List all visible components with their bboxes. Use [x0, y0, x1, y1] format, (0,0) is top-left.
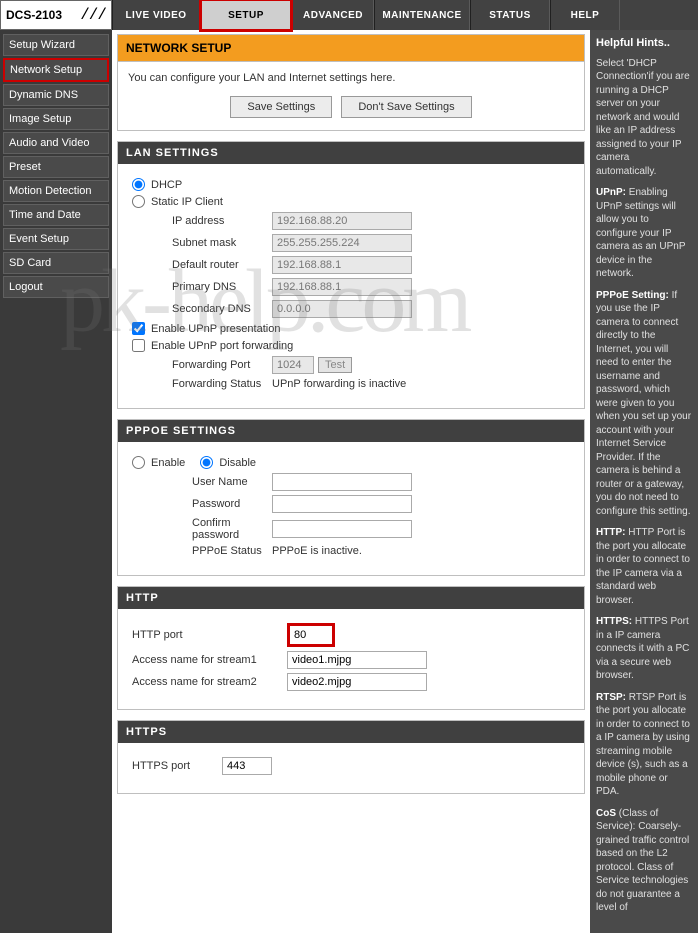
static-ip-radio[interactable] — [132, 195, 145, 208]
upnp-port-forwarding-checkbox[interactable] — [132, 339, 145, 352]
sidebar-item-logout[interactable]: Logout — [3, 276, 109, 298]
main-content: NETWORK SETUP You can configure your LAN… — [112, 30, 590, 933]
dhcp-radio[interactable] — [132, 178, 145, 191]
secondary-dns-label: Secondary DNS — [132, 303, 272, 315]
hints-dhcp: Select 'DHCP Connection'if you are runni… — [596, 57, 692, 179]
forwarding-status-label: Forwarding Status — [132, 378, 272, 390]
primary-dns-input — [272, 278, 412, 296]
hints-cos: CoS (Class of Service): Coarsely-grained… — [596, 807, 692, 915]
pppoe-username-input[interactable] — [272, 473, 412, 491]
stream1-name-label: Access name for stream1 — [132, 654, 287, 666]
upnp-presentation-label: Enable UPnP presentation — [151, 323, 280, 335]
http-section: HTTP HTTP port Access name for stream1 A… — [117, 586, 585, 710]
pppoe-confirm-label: Confirm password — [132, 517, 272, 541]
https-section: HTTPS HTTPS port — [117, 720, 585, 794]
sidebar-item-setup-wizard[interactable]: Setup Wizard — [3, 34, 109, 56]
forwarding-status-value: UPnP forwarding is inactive — [272, 378, 406, 390]
tab-advanced[interactable]: ADVANCED — [292, 0, 374, 30]
upnp-port-forwarding-label: Enable UPnP port forwarding — [151, 340, 293, 352]
pppoe-settings-section: PPPOE SETTINGS Enable Disable User Name … — [117, 419, 585, 576]
forwarding-port-label: Forwarding Port — [132, 359, 272, 371]
tab-setup[interactable]: SETUP — [200, 0, 292, 30]
lan-settings-title: LAN SETTINGS — [118, 142, 584, 164]
pppoe-disable-label: Disable — [219, 457, 256, 469]
https-port-label: HTTPS port — [132, 760, 222, 772]
pppoe-enable-radio[interactable] — [132, 456, 145, 469]
helpful-hints-panel: Helpful Hints.. Select 'DHCP Connection'… — [590, 30, 698, 933]
page-title: NETWORK SETUP — [117, 34, 585, 61]
ip-address-input — [272, 212, 412, 230]
router-input — [272, 256, 412, 274]
ip-address-label: IP address — [132, 215, 272, 227]
lan-settings-section: LAN SETTINGS DHCP Static IP Client IP ad… — [117, 141, 585, 409]
sidebar-item-motion-detection[interactable]: Motion Detection — [3, 180, 109, 202]
upnp-presentation-checkbox[interactable] — [132, 322, 145, 335]
http-title: HTTP — [118, 587, 584, 609]
stream2-name-label: Access name for stream2 — [132, 676, 287, 688]
intro-panel: You can configure your LAN and Internet … — [117, 61, 585, 131]
pppoe-status-value: PPPoE is inactive. — [272, 545, 362, 557]
model-slashes-decoration: /// — [80, 6, 106, 24]
router-label: Default router — [132, 259, 272, 271]
pppoe-enable-label: Enable — [151, 457, 185, 469]
sidebar: Setup Wizard Network Setup Dynamic DNS I… — [0, 30, 112, 933]
tab-maintenance[interactable]: MAINTENANCE — [374, 0, 470, 30]
http-port-highlight — [287, 623, 335, 647]
hints-title: Helpful Hints.. — [596, 36, 692, 51]
subnet-input — [272, 234, 412, 252]
stream2-name-input[interactable] — [287, 673, 427, 691]
static-ip-label: Static IP Client — [151, 196, 223, 208]
sidebar-item-sd-card[interactable]: SD Card — [3, 252, 109, 274]
sidebar-item-image-setup[interactable]: Image Setup — [3, 108, 109, 130]
device-model-text: DCS-2103 — [6, 8, 62, 22]
sidebar-item-dynamic-dns[interactable]: Dynamic DNS — [3, 84, 109, 106]
test-button[interactable]: Test — [318, 357, 352, 373]
https-title: HTTPS — [118, 721, 584, 743]
pppoe-disable-radio[interactable] — [200, 456, 213, 469]
pppoe-password-label: Password — [132, 498, 272, 510]
tab-live-video[interactable]: LIVE VIDEO — [112, 0, 200, 30]
sidebar-item-time-date[interactable]: Time and Date — [3, 204, 109, 226]
https-port-input[interactable] — [222, 757, 272, 775]
hints-upnp: UPnP: Enabling UPnP settings will allow … — [596, 186, 692, 281]
primary-dns-label: Primary DNS — [132, 281, 272, 293]
hints-http: HTTP: HTTP Port is the port you allocate… — [596, 526, 692, 607]
tab-help[interactable]: HELP — [550, 0, 620, 30]
save-settings-button[interactable]: Save Settings — [230, 96, 332, 118]
dont-save-settings-button[interactable]: Don't Save Settings — [341, 96, 471, 118]
intro-text: You can configure your LAN and Internet … — [128, 72, 574, 84]
hints-rtsp: RTSP: RTSP Port is the port you allocate… — [596, 691, 692, 799]
subnet-label: Subnet mask — [132, 237, 272, 249]
dhcp-label: DHCP — [151, 179, 182, 191]
tab-status[interactable]: STATUS — [470, 0, 550, 30]
secondary-dns-input — [272, 300, 412, 318]
forwarding-port-input — [272, 356, 314, 374]
sidebar-item-audio-video[interactable]: Audio and Video — [3, 132, 109, 154]
pppoe-username-label: User Name — [132, 476, 272, 488]
device-model: DCS-2103 /// — [0, 0, 112, 30]
pppoe-confirm-input[interactable] — [272, 520, 412, 538]
hints-pppoe: PPPoE Setting: If you use the IP camera … — [596, 289, 692, 519]
pppoe-password-input[interactable] — [272, 495, 412, 513]
stream1-name-input[interactable] — [287, 651, 427, 669]
sidebar-item-preset[interactable]: Preset — [3, 156, 109, 178]
hints-https: HTTPS: HTTPS Port in a IP camera connect… — [596, 615, 692, 683]
http-port-label: HTTP port — [132, 629, 287, 641]
pppoe-settings-title: PPPOE SETTINGS — [118, 420, 584, 442]
sidebar-item-network-setup[interactable]: Network Setup — [3, 58, 109, 82]
sidebar-item-event-setup[interactable]: Event Setup — [3, 228, 109, 250]
top-navbar: DCS-2103 /// LIVE VIDEO SETUP ADVANCED M… — [0, 0, 698, 30]
http-port-input[interactable] — [290, 626, 332, 644]
pppoe-status-label: PPPoE Status — [132, 545, 272, 557]
